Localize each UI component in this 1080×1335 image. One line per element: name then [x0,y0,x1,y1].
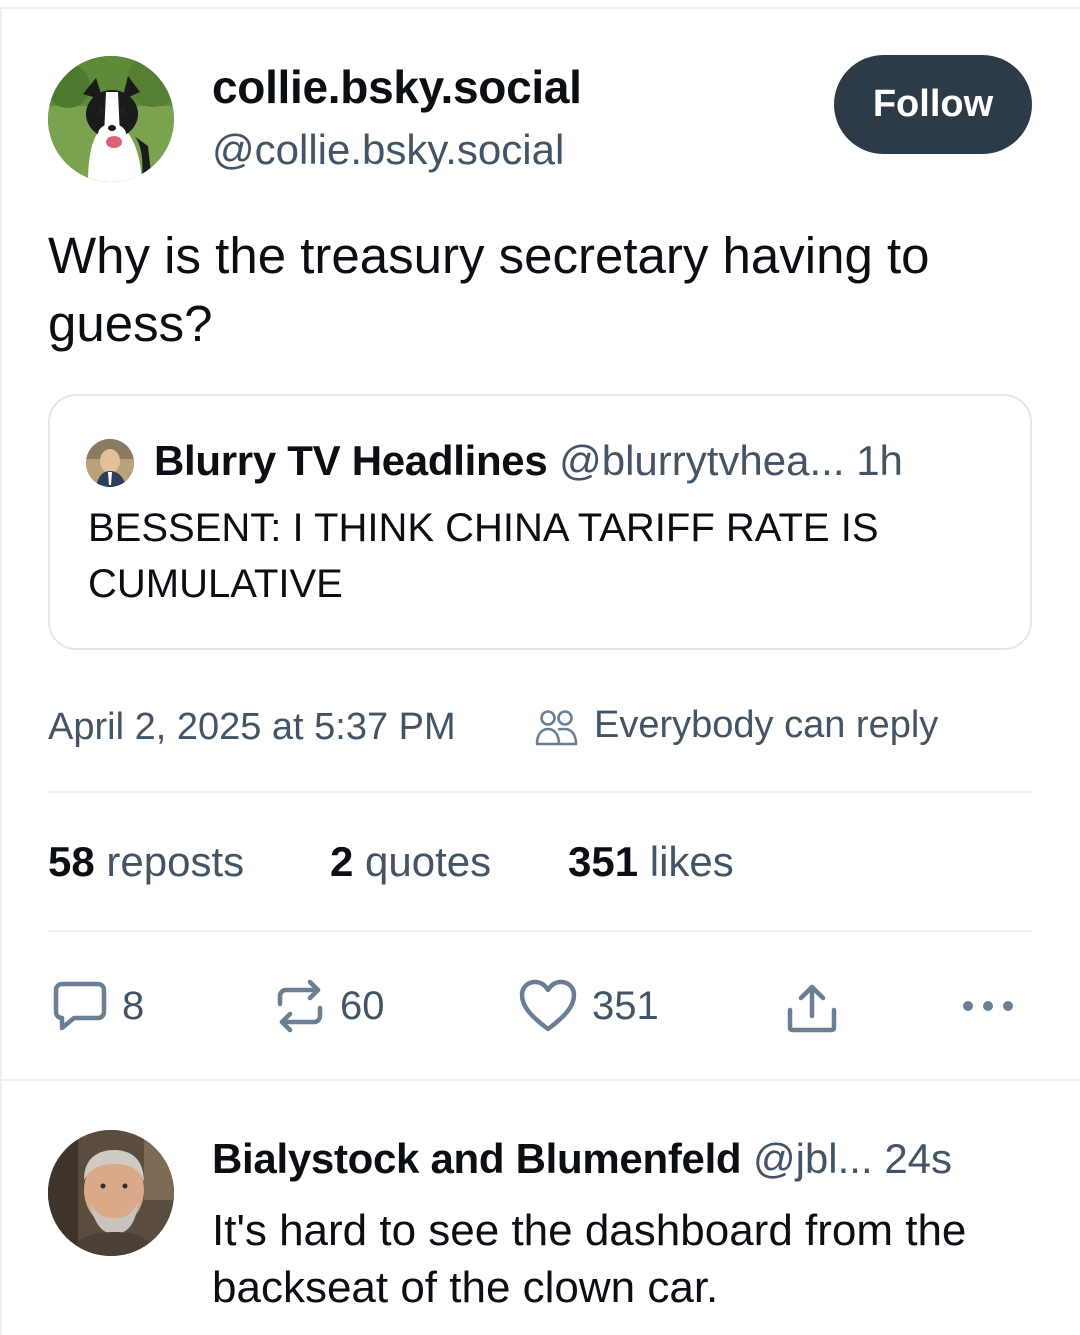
quoted-post-card[interactable]: Blurry TV Headlines @blurrytvhea... 1h B… [48,394,1032,650]
quote-header: Blurry TV Headlines @blurrytvhea... 1h [154,436,903,486]
reply-text: It's hard to see the dashboard from the … [212,1206,967,1312]
reposts-count: 58 [48,838,95,885]
reply-time: 24s [884,1135,953,1182]
quotes-label: quotes [365,838,492,885]
quote-author-avatar[interactable] [86,439,134,487]
people-icon [535,710,578,746]
repost-count: 60 [340,983,385,1028]
author-avatar[interactable] [48,56,174,182]
share-button[interactable] [786,978,838,1038]
divider [48,791,1032,793]
reply-setting: Everybody can reply [594,704,939,746]
post-text: Why is the treasury secretary having to … [48,227,930,352]
more-icon [963,1001,1013,1011]
post-thread-view: collie.bsky.social @collie.bsky.social F… [0,0,1080,1335]
post-timestamp: April 2, 2025 at 5:37 PM [48,706,456,748]
quote-text: BESSENT: I THINK CHINA TARIFF RATE IS CU… [88,506,879,606]
quote-author-name[interactable]: Blurry TV Headlines [154,437,548,484]
repost-icon [277,979,323,1033]
follow-button[interactable]: Follow [834,55,1032,154]
reply-count: 8 [122,983,145,1028]
author-handle[interactable]: @collie.bsky.social [212,126,564,174]
share-icon [787,984,837,1033]
reply-author-handle[interactable]: @jbl... [753,1135,873,1182]
reply-author-avatar[interactable] [48,1130,174,1256]
quotes-count: 2 [330,838,354,885]
reposts-label: reposts [106,838,245,885]
likes-stat[interactable]: 351 likes [568,838,734,886]
repost-button[interactable]: 60 [274,976,385,1036]
likes-count: 351 [568,838,639,885]
like-count: 351 [592,983,659,1028]
divider [0,1079,1080,1081]
quotes-stat[interactable]: 2 quotes [330,838,491,886]
reply-author-name[interactable]: Bialystock and Blumenfeld [212,1135,742,1182]
quote-time: 1h [856,437,903,484]
author-display-name[interactable]: collie.bsky.social [212,60,582,114]
left-border [0,7,2,1335]
reposts-stat[interactable]: 58 reposts [48,838,244,886]
more-options-button[interactable] [960,976,1016,1036]
divider [48,930,1032,932]
reply-header: Bialystock and Blumenfeld @jbl... 24s [212,1134,952,1184]
comment-icon [53,981,107,1031]
likes-label: likes [649,838,734,885]
quote-author-handle[interactable]: @blurrytvhea... [559,437,844,484]
like-button[interactable]: 351 [518,976,659,1036]
top-border [0,7,1080,9]
reply-button[interactable]: 8 [52,976,144,1036]
heart-icon [519,979,577,1032]
